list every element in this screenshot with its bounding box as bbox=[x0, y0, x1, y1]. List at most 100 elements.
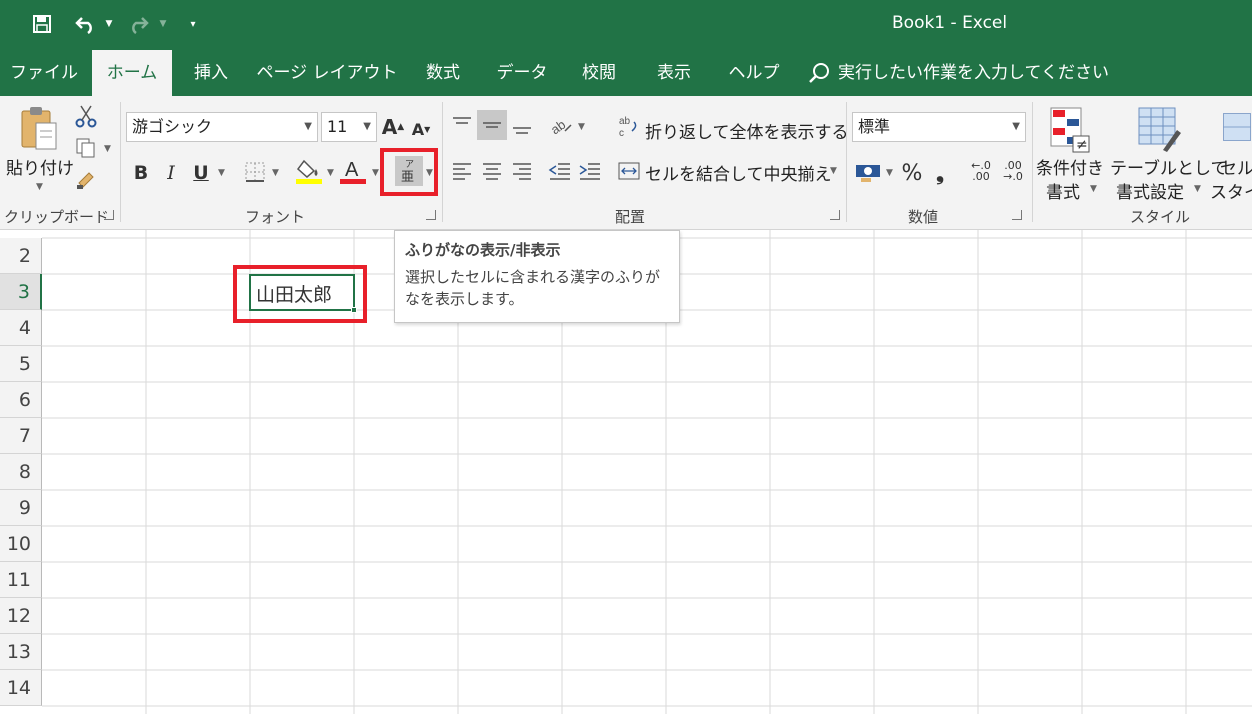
decrease-decimal-button[interactable]: .00 →.0 bbox=[998, 156, 1028, 186]
format-as-table-icon[interactable] bbox=[1136, 104, 1184, 156]
underline-dropdown-icon[interactable]: ▼ bbox=[218, 168, 225, 178]
increase-decimal-button[interactable]: ←.0.00 bbox=[966, 156, 996, 186]
shrink-font-icon[interactable]: A ▼ bbox=[410, 114, 432, 144]
italic-button[interactable]: I bbox=[160, 158, 182, 188]
align-right-icon[interactable] bbox=[510, 156, 534, 186]
decrease-indent-icon[interactable] bbox=[548, 156, 572, 186]
tab-help[interactable]: ヘルプ bbox=[718, 50, 790, 96]
clipboard-launcher-icon[interactable] bbox=[104, 210, 114, 220]
row-header[interactable]: 6 bbox=[0, 382, 42, 418]
chevron-down-icon: ▼ bbox=[363, 121, 371, 132]
font-color-dropdown-icon[interactable]: ▼ bbox=[372, 168, 379, 178]
redo-icon[interactable] bbox=[124, 10, 152, 38]
row-header[interactable]: 13 bbox=[0, 634, 42, 670]
align-left-icon[interactable] bbox=[450, 156, 474, 186]
borders-dropdown-icon[interactable]: ▼ bbox=[272, 168, 279, 178]
tooltip: ふりがなの表示/非表示 選択したセルに含まれる漢字のふりがなを表示します。 bbox=[394, 230, 680, 323]
tab-formulas[interactable]: 数式 bbox=[414, 50, 472, 96]
tab-data[interactable]: データ bbox=[490, 50, 554, 96]
paste-dropdown-icon[interactable]: ▼ bbox=[36, 182, 43, 192]
fill-color-icon[interactable] bbox=[296, 156, 322, 186]
borders-icon[interactable] bbox=[243, 160, 267, 184]
wrap-text-icon[interactable]: ab c bbox=[618, 114, 640, 138]
highlight-box-cell bbox=[233, 265, 367, 323]
tab-file[interactable]: ファイル bbox=[6, 50, 82, 96]
highlight-box-phonetic-button bbox=[380, 148, 438, 196]
format-as-table-button[interactable]: テーブルとして bbox=[1110, 154, 1227, 179]
align-bottom-icon[interactable] bbox=[510, 110, 534, 140]
tooltip-title: ふりがなの表示/非表示 bbox=[405, 241, 561, 259]
alignment-launcher-icon[interactable] bbox=[830, 210, 840, 220]
underline-button[interactable]: U bbox=[190, 158, 212, 188]
font-size-combo[interactable]: 11 ▼ bbox=[321, 112, 377, 142]
tab-home[interactable]: ホーム bbox=[92, 50, 172, 96]
orientation-icon[interactable]: ab bbox=[548, 110, 576, 140]
font-color-icon[interactable]: A bbox=[340, 156, 366, 186]
merge-center-button[interactable]: セルを結合して中央揃え bbox=[645, 160, 832, 185]
cell-styles-button-line2[interactable]: スタイル bbox=[1210, 178, 1252, 203]
conditional-formatting-button-line2[interactable]: 書式 bbox=[1046, 178, 1080, 203]
row-header[interactable]: 12 bbox=[0, 598, 42, 634]
increase-indent-icon[interactable] bbox=[578, 156, 602, 186]
tab-insert[interactable]: 挿入 bbox=[182, 50, 240, 96]
copy-icon[interactable] bbox=[74, 136, 98, 160]
row-header[interactable]: 8 bbox=[0, 454, 42, 490]
fill-color-dropdown-icon[interactable]: ▼ bbox=[327, 168, 334, 178]
row-header[interactable]: 14 bbox=[0, 670, 42, 706]
comma-style-button[interactable]: ❟ bbox=[930, 158, 950, 188]
tab-view[interactable]: 表示 bbox=[644, 50, 704, 96]
clipboard-group-label: クリップボード bbox=[4, 208, 110, 226]
row-header[interactable]: 7 bbox=[0, 418, 42, 454]
tell-me-box[interactable]: 実行したい作業を入力してください bbox=[838, 50, 1109, 96]
percent-style-button[interactable]: % bbox=[900, 158, 924, 188]
number-launcher-icon[interactable] bbox=[1012, 210, 1022, 220]
wrap-text-button[interactable]: 折り返して全体を表示する bbox=[645, 118, 849, 143]
row-header[interactable]: 10 bbox=[0, 526, 42, 562]
paste-button[interactable]: 貼り付け bbox=[6, 154, 74, 179]
row-header-selected[interactable]: 3 bbox=[0, 274, 42, 310]
merge-center-icon[interactable] bbox=[618, 160, 640, 182]
cell-styles-button[interactable]: セル bbox=[1220, 154, 1252, 179]
align-middle-icon[interactable] bbox=[477, 110, 507, 140]
grow-font-icon[interactable]: A ▲ bbox=[382, 112, 404, 142]
conditional-formatting-dropdown-icon[interactable]: ▼ bbox=[1090, 184, 1097, 194]
row-header[interactable]: 5 bbox=[0, 346, 42, 382]
save-icon[interactable] bbox=[28, 10, 56, 38]
accounting-format-icon[interactable] bbox=[854, 158, 882, 186]
accounting-dropdown-icon[interactable]: ▼ bbox=[886, 168, 893, 178]
tab-review[interactable]: 校閲 bbox=[570, 50, 628, 96]
increase-decimal-label: .00 bbox=[972, 170, 990, 183]
orientation-dropdown-icon[interactable]: ▼ bbox=[578, 122, 585, 132]
tooltip-body: 選択したセルに含まれる漢字のふりがなを表示します。 bbox=[405, 268, 661, 308]
conditional-formatting-button[interactable]: 条件付き bbox=[1036, 154, 1104, 179]
cut-icon[interactable] bbox=[74, 104, 98, 128]
undo-icon[interactable] bbox=[72, 10, 100, 38]
ribbon-tabs: ファイル ホーム 挿入 ページ レイアウト 数式 データ 校閲 表示 ヘルプ 実… bbox=[0, 50, 1252, 96]
number-format-combo[interactable]: 標準 ▼ bbox=[852, 112, 1026, 142]
font-size-value: 11 bbox=[327, 117, 348, 136]
row-header[interactable]: 2 bbox=[0, 238, 42, 274]
customize-qat-icon[interactable]: ▾ bbox=[184, 10, 202, 38]
merge-dropdown-icon[interactable]: ▼ bbox=[830, 166, 837, 176]
align-center-icon[interactable] bbox=[480, 156, 504, 186]
format-as-table-button-line2[interactable]: 書式設定 bbox=[1116, 178, 1184, 203]
group-separator bbox=[120, 102, 121, 222]
paste-icon[interactable] bbox=[12, 104, 64, 154]
undo-dropdown-icon[interactable]: ▼ bbox=[101, 10, 117, 38]
format-as-table-dropdown-icon[interactable]: ▼ bbox=[1194, 184, 1201, 194]
font-name-combo[interactable]: 游ゴシック ▼ bbox=[126, 112, 318, 142]
redo-dropdown-icon[interactable]: ▼ bbox=[155, 10, 171, 38]
row-header[interactable]: 11 bbox=[0, 562, 42, 598]
format-painter-icon[interactable] bbox=[74, 168, 98, 192]
row-header[interactable]: 4 bbox=[0, 310, 42, 346]
conditional-formatting-icon[interactable]: ≠ bbox=[1048, 104, 1092, 156]
align-top-icon[interactable] bbox=[450, 110, 474, 140]
copy-dropdown-icon[interactable]: ▼ bbox=[104, 144, 111, 154]
svg-text:ab: ab bbox=[619, 116, 631, 127]
bold-button[interactable]: B bbox=[130, 158, 152, 188]
cell-styles-icon[interactable] bbox=[1222, 104, 1252, 156]
font-launcher-icon[interactable] bbox=[426, 210, 436, 220]
tab-page-layout[interactable]: ページ レイアウト bbox=[256, 50, 398, 96]
styles-group-label: スタイル bbox=[1130, 208, 1191, 226]
row-header[interactable]: 9 bbox=[0, 490, 42, 526]
